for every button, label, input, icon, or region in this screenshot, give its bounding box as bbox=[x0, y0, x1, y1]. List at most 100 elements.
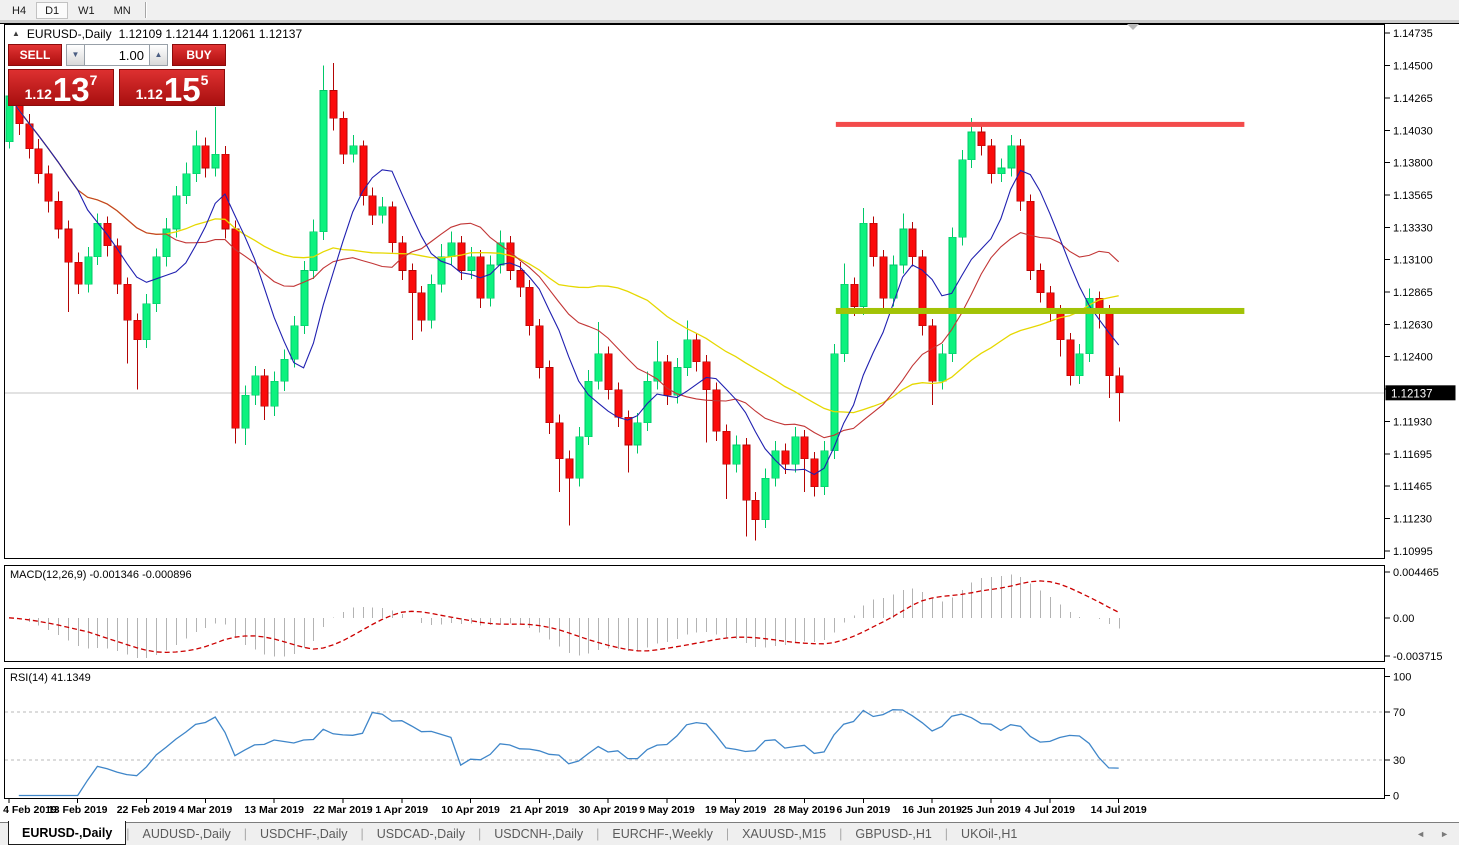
candle bbox=[801, 437, 808, 459]
tab-gbpusd-h1[interactable]: GBPUSD-,H1 bbox=[842, 823, 944, 845]
buy-price-prefix: 1.12 bbox=[136, 86, 163, 104]
candle bbox=[703, 362, 710, 390]
support-line[interactable] bbox=[836, 308, 1245, 314]
tab-usdcnh-daily[interactable]: USDCNH-,Daily bbox=[481, 823, 596, 845]
timeframe-button-mn[interactable]: MN bbox=[105, 2, 140, 19]
candle bbox=[379, 207, 386, 215]
tab-usdchf-daily[interactable]: USDCHF-,Daily bbox=[247, 823, 361, 845]
candle bbox=[330, 90, 337, 118]
tab-scroll-left-icon[interactable]: ◄ bbox=[1416, 829, 1425, 839]
time-axis-label: 10 Apr 2019 bbox=[441, 804, 500, 816]
volume-increase-button[interactable]: ▲ bbox=[149, 44, 168, 66]
candle bbox=[418, 293, 425, 321]
macd-axis-label: -0.003715 bbox=[1393, 651, 1443, 663]
tab-usdcad-daily[interactable]: USDCAD-,Daily bbox=[364, 823, 478, 845]
price-axis-label: 1.14030 bbox=[1393, 126, 1433, 138]
candle bbox=[693, 340, 700, 362]
candle bbox=[900, 229, 907, 265]
buy-price-display[interactable]: 1.12 15 5 bbox=[119, 69, 225, 106]
collapse-panel-icon[interactable]: ▲ bbox=[12, 30, 20, 38]
candle bbox=[684, 340, 691, 368]
candle bbox=[487, 265, 494, 298]
candle bbox=[291, 326, 298, 359]
chart-canvas[interactable]: 1.147351.145001.142651.140301.138001.135… bbox=[0, 0, 1459, 845]
tab-scroll-right-icon[interactable]: ► bbox=[1440, 829, 1449, 839]
time-axis-label: 6 Jun 2019 bbox=[836, 804, 890, 816]
volume-input[interactable] bbox=[85, 44, 149, 66]
price-axis-label: 1.13330 bbox=[1393, 223, 1433, 235]
candle bbox=[202, 146, 209, 168]
candle bbox=[360, 146, 367, 196]
tab-eurchf-weekly[interactable]: EURCHF-,Weekly bbox=[599, 823, 725, 845]
candle bbox=[713, 390, 720, 432]
macd-axis-label: 0.00 bbox=[1393, 613, 1414, 625]
candle bbox=[468, 257, 475, 271]
window-separator bbox=[0, 20, 1459, 24]
time-axis: 4 Feb 201913 Feb 201922 Feb 20194 Mar 20… bbox=[3, 799, 1147, 817]
tab-eurusd-daily[interactable]: EURUSD-,Daily bbox=[8, 821, 126, 845]
candle bbox=[939, 354, 946, 382]
mt-terminal: { "toolbar": { "timeframes": [ {"label":… bbox=[0, 0, 1459, 845]
sell-price-big: 13 bbox=[53, 76, 90, 103]
candle bbox=[743, 445, 750, 500]
candle bbox=[35, 149, 42, 174]
candle bbox=[733, 445, 740, 464]
sell-button[interactable]: SELL bbox=[8, 44, 62, 66]
candle bbox=[988, 146, 995, 174]
candle bbox=[271, 381, 278, 406]
candle bbox=[978, 132, 985, 146]
candle bbox=[350, 146, 357, 154]
tab-audusd-daily[interactable]: AUDUSD-,Daily bbox=[130, 823, 244, 845]
tab-xauusd-m15[interactable]: XAUUSD-,M15 bbox=[729, 823, 839, 845]
timeframe-button-w1[interactable]: W1 bbox=[69, 2, 104, 19]
candle bbox=[841, 284, 848, 353]
time-axis-label: 4 Mar 2019 bbox=[179, 804, 233, 816]
candle bbox=[615, 390, 622, 418]
rsi-axis-label: 30 bbox=[1393, 755, 1405, 767]
candle bbox=[114, 246, 121, 285]
candle bbox=[919, 257, 926, 326]
candle bbox=[762, 478, 769, 520]
timeframe-button-d1[interactable]: D1 bbox=[36, 2, 68, 19]
tab-scroll-arrows: ◄ ► bbox=[1416, 829, 1449, 839]
candle bbox=[949, 237, 956, 353]
candle bbox=[644, 381, 651, 423]
sell-price-prefix: 1.12 bbox=[25, 86, 52, 104]
timeframe-button-h4[interactable]: H4 bbox=[3, 2, 35, 19]
candle bbox=[143, 304, 150, 340]
buy-button[interactable]: BUY bbox=[172, 44, 226, 66]
toolbar-separator bbox=[145, 2, 147, 18]
macd-main-value: -0.001346 bbox=[89, 569, 139, 581]
rsi-axis-label: 100 bbox=[1393, 672, 1411, 684]
buy-price-sup: 5 bbox=[201, 73, 209, 87]
candle bbox=[173, 196, 180, 229]
candle bbox=[605, 354, 612, 390]
candle bbox=[1116, 376, 1123, 393]
price-axis-label: 1.11465 bbox=[1393, 481, 1432, 493]
price-axis-label: 1.11695 bbox=[1393, 449, 1432, 461]
candle bbox=[261, 376, 268, 406]
candle bbox=[772, 451, 779, 479]
time-axis-label: 16 Jun 2019 bbox=[902, 804, 962, 816]
candle bbox=[723, 431, 730, 464]
time-axis-label: 4 Jul 2019 bbox=[1025, 804, 1075, 816]
candle bbox=[55, 201, 62, 229]
candle bbox=[546, 367, 553, 422]
scroll-to-end-icon[interactable] bbox=[1127, 24, 1139, 30]
tab-ukoil-h1[interactable]: UKOil-,H1 bbox=[948, 823, 1030, 845]
candle bbox=[232, 229, 239, 428]
candle bbox=[595, 354, 602, 382]
resistance-line[interactable] bbox=[836, 122, 1245, 127]
candle bbox=[134, 320, 141, 339]
sell-price-display[interactable]: 1.12 13 7 bbox=[8, 69, 114, 106]
timeframe-toolbar: H4D1W1MN bbox=[0, 0, 1459, 20]
candle bbox=[369, 196, 376, 215]
volume-decrease-button[interactable]: ▼ bbox=[66, 44, 85, 66]
candle bbox=[860, 223, 867, 306]
time-axis-label: 28 May 2019 bbox=[774, 804, 835, 816]
candle bbox=[909, 229, 916, 257]
price-axis-label: 1.14265 bbox=[1393, 93, 1433, 105]
chevron-down-icon: ▼ bbox=[72, 50, 80, 59]
price-axis: 1.147351.145001.142651.140301.138001.135… bbox=[1385, 28, 1443, 803]
candle bbox=[536, 326, 543, 368]
